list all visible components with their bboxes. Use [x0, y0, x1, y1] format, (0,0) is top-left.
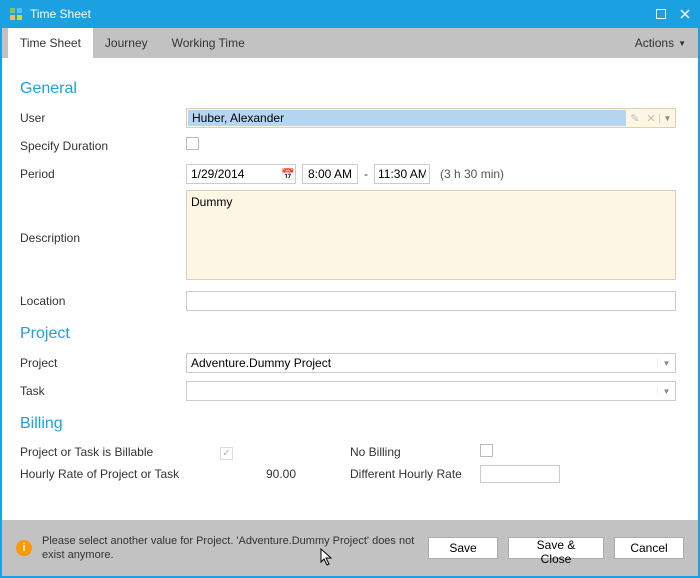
location-label: Location — [20, 294, 186, 308]
specify-duration-checkbox[interactable] — [186, 137, 199, 150]
section-billing-header: Billing — [20, 415, 680, 433]
date-input[interactable]: 📅 — [186, 164, 296, 184]
no-billing-checkbox[interactable] — [480, 444, 493, 457]
actions-menu[interactable]: Actions ▼ — [629, 28, 692, 58]
chevron-down-icon: ▼ — [678, 39, 686, 48]
time-from-input[interactable] — [302, 164, 358, 184]
clear-icon[interactable]: ✕ — [643, 112, 659, 125]
time-to-input[interactable] — [374, 164, 430, 184]
time-separator: - — [364, 167, 368, 181]
project-value[interactable] — [187, 356, 657, 370]
user-value: Huber, Alexander — [188, 110, 626, 126]
user-label: User — [20, 111, 186, 125]
pencil-icon[interactable]: ✎ — [627, 112, 643, 125]
description-label: Description — [20, 231, 186, 245]
diff-rate-input[interactable] — [480, 465, 560, 483]
project-dropdown[interactable]: ▼ — [186, 353, 676, 373]
task-label: Task — [20, 384, 186, 398]
chevron-down-icon[interactable]: ▼ — [657, 387, 675, 396]
task-dropdown[interactable]: ▼ — [186, 381, 676, 401]
description-textarea[interactable] — [186, 190, 676, 280]
save-button[interactable]: Save — [428, 537, 498, 559]
close-button[interactable] — [678, 7, 692, 21]
tab-time-sheet[interactable]: Time Sheet — [8, 28, 93, 58]
period-label: Period — [20, 167, 186, 181]
warning-icon: i — [16, 540, 32, 556]
section-project-header: Project — [20, 325, 680, 343]
task-value[interactable] — [187, 384, 657, 398]
diff-rate-label: Different Hourly Rate — [350, 467, 480, 481]
rate-value: 90.00 — [220, 467, 300, 481]
rate-label: Hourly Rate of Project or Task — [20, 467, 220, 481]
tab-working-time[interactable]: Working Time — [160, 28, 257, 58]
billable-label: Project or Task is Billable — [20, 445, 220, 459]
chevron-down-icon[interactable]: ▼ — [659, 114, 675, 123]
title-bar: Time Sheet — [0, 0, 700, 28]
location-input[interactable] — [186, 291, 676, 311]
tab-bar: Time Sheet Journey Working Time Actions … — [0, 28, 700, 58]
footer-bar: i Please select another value for Projec… — [2, 520, 698, 576]
duration-text: (3 h 30 min) — [440, 167, 504, 181]
date-value[interactable] — [187, 167, 280, 181]
footer-message: Please select another value for Project.… — [42, 534, 418, 563]
maximize-button[interactable] — [654, 7, 668, 21]
actions-label: Actions — [635, 36, 674, 50]
billable-checkbox — [220, 447, 233, 460]
cancel-button[interactable]: Cancel — [614, 537, 684, 559]
section-general-header: General — [20, 80, 680, 98]
tab-journey[interactable]: Journey — [93, 28, 160, 58]
user-field[interactable]: Huber, Alexander ✎ ✕ ▼ — [186, 108, 676, 128]
calendar-icon[interactable]: 📅 — [280, 168, 295, 181]
no-billing-label: No Billing — [350, 445, 480, 459]
chevron-down-icon[interactable]: ▼ — [657, 359, 675, 368]
save-close-button[interactable]: Save & Close — [508, 537, 604, 559]
specify-duration-label: Specify Duration — [20, 139, 186, 153]
project-label: Project — [20, 356, 186, 370]
app-icon — [8, 6, 24, 22]
window-title: Time Sheet — [30, 7, 654, 21]
